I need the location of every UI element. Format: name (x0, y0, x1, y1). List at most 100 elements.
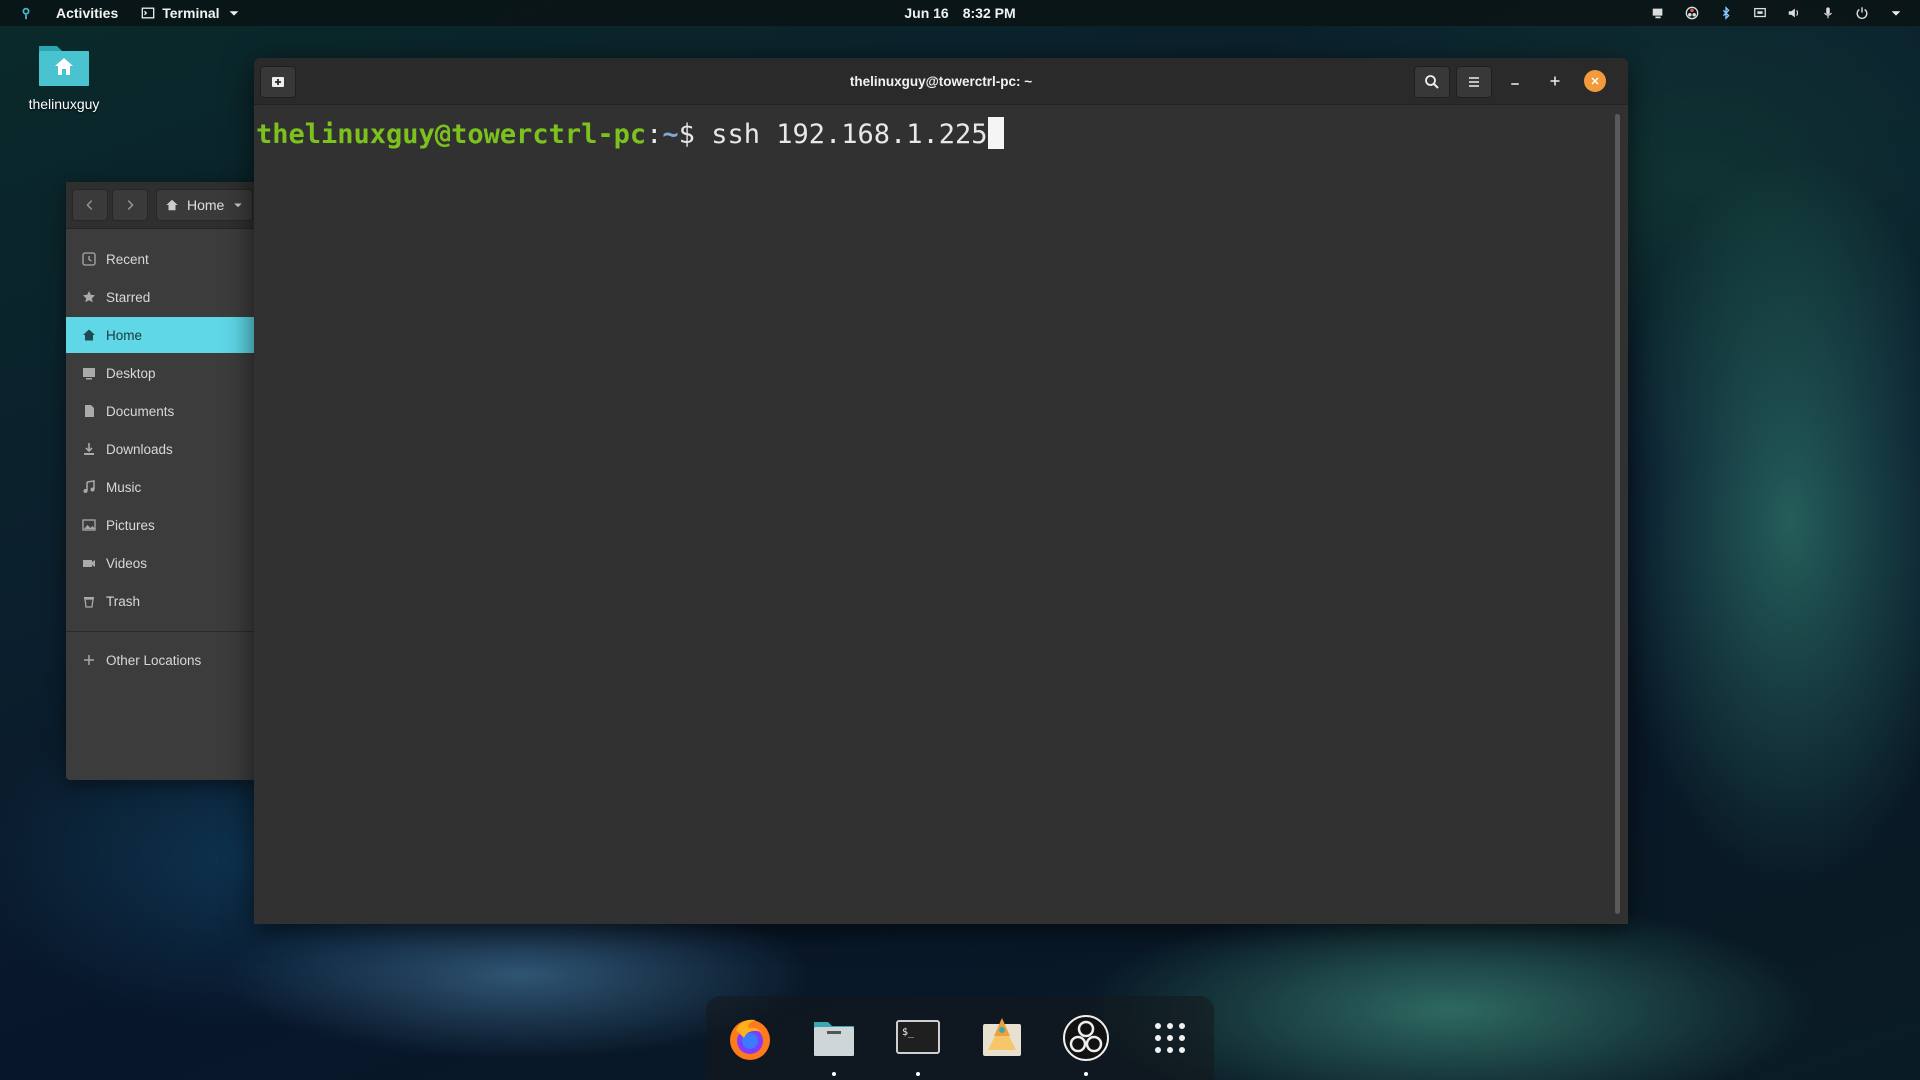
sidebar-item-label: Home (106, 327, 143, 343)
sidebar-item-home[interactable]: Home (66, 317, 256, 353)
chevron-down-icon (234, 203, 243, 208)
sidebar-item-videos[interactable]: Videos (66, 545, 256, 581)
sidebar-item-trash[interactable]: Trash (66, 583, 256, 619)
bluetooth-icon[interactable] (1718, 5, 1734, 21)
chevron-left-icon (86, 200, 93, 210)
terminal-titlebar[interactable]: thelinuxguy@towerctrl-pc: ~ (254, 58, 1628, 105)
clock-date: Jun 16 (904, 5, 949, 21)
dock: $_ (706, 996, 1214, 1080)
sidebar-item-label: Pictures (106, 517, 155, 533)
dock-terminal[interactable]: $_ (894, 1014, 942, 1076)
top-bar: Activities Terminal Jun 16 8:32 PM (0, 0, 1920, 26)
chevron-down-icon (226, 5, 242, 21)
terminal-scrollbar[interactable] (1615, 114, 1620, 914)
search-icon (1425, 75, 1439, 89)
sidebar-item-pictures[interactable]: Pictures (66, 507, 256, 543)
desktop-home-label: thelinuxguy (28, 96, 100, 112)
command-text: ssh 192.168.1.225 (694, 119, 988, 150)
download-icon (82, 442, 96, 456)
prompt-colon: : (646, 119, 663, 150)
network-icon[interactable] (1752, 5, 1768, 21)
sidebar-item-label: Other Locations (106, 652, 202, 668)
maximize-button[interactable] (1544, 70, 1566, 92)
video-icon (82, 556, 96, 570)
app-menu-terminal[interactable]: Terminal (140, 5, 241, 21)
close-icon (1591, 77, 1599, 85)
clock-time: 8:32 PM (962, 5, 1016, 21)
document-icon (82, 404, 96, 418)
sidebar-item-documents[interactable]: Documents (66, 393, 256, 429)
sidebar-item-label: Trash (106, 593, 141, 609)
dock-firefox[interactable] (726, 1014, 774, 1062)
sidebar-item-label: Documents (106, 403, 175, 419)
activities-button[interactable]: Activities (56, 5, 118, 21)
sidebar-item-starred[interactable]: Starred (66, 279, 256, 315)
terminal-icon: $_ (896, 1020, 940, 1054)
terminal-output[interactable]: thelinuxguy@towerctrl-pc:~$ ssh 192.168.… (254, 105, 1628, 924)
power-icon[interactable] (1854, 5, 1870, 21)
chevron-right-icon (127, 200, 134, 210)
music-icon (82, 480, 96, 494)
sidebar-item-label: Starred (106, 289, 151, 305)
software-icon (983, 1018, 1021, 1056)
back-button[interactable] (72, 189, 108, 221)
prompt-symbol: $ (678, 119, 695, 150)
file-manager-window[interactable]: Home Recent Starred Home Desktop Documen… (66, 182, 256, 780)
home-icon (82, 328, 96, 342)
clock-icon (82, 252, 96, 266)
dock-files[interactable] (810, 1014, 858, 1076)
desktop-icon (82, 366, 96, 380)
sidebar-item-label: Music (106, 479, 142, 495)
app-grid-icon (1155, 1023, 1185, 1053)
minimize-button[interactable] (1504, 70, 1526, 92)
sidebar-item-label: Videos (106, 555, 148, 571)
svg-text:$_: $_ (902, 1027, 915, 1038)
obs-tray-icon[interactable] (1684, 5, 1700, 21)
file-manager-header: Home (66, 182, 256, 229)
microphone-icon[interactable] (1820, 5, 1836, 21)
text-cursor (987, 117, 1004, 149)
terminal-small-icon (140, 5, 156, 21)
search-button[interactable] (1414, 66, 1450, 98)
sidebar-item-label: Downloads (106, 441, 173, 457)
trash-icon (82, 594, 96, 608)
prompt-path: ~ (662, 119, 679, 150)
hamburger-menu-icon (1469, 77, 1479, 87)
desktop-home-shortcut[interactable]: thelinuxguy (22, 38, 106, 112)
system-menu-chevron-icon[interactable] (1888, 5, 1904, 21)
files-sidebar: Recent Starred Home Desktop Documents Do… (66, 229, 256, 678)
home-folder-icon (37, 38, 91, 88)
pop-os-logo-icon[interactable] (18, 5, 34, 21)
dock-software-center[interactable] (978, 1014, 1026, 1062)
clock[interactable]: Jun 16 8:32 PM (0, 0, 1920, 26)
sidebar-item-recent[interactable]: Recent (66, 241, 256, 277)
close-button[interactable] (1584, 70, 1606, 92)
files-icon (814, 1022, 854, 1056)
volume-icon[interactable] (1786, 5, 1802, 21)
firefox-icon (730, 1019, 770, 1060)
dock-obs[interactable] (1062, 1014, 1110, 1076)
prompt-user-host: thelinuxguy@towerctrl-pc (256, 119, 647, 150)
running-indicator (1084, 1072, 1088, 1076)
star-icon (82, 290, 96, 304)
home-icon (166, 199, 178, 211)
menu-button[interactable] (1456, 66, 1492, 98)
sidebar-item-downloads[interactable]: Downloads (66, 431, 256, 467)
path-bar-home[interactable]: Home (156, 189, 254, 221)
plus-icon (82, 653, 96, 667)
path-label: Home (187, 197, 225, 213)
screen-icon[interactable] (1650, 5, 1666, 21)
sidebar-item-label: Desktop (106, 365, 156, 381)
sidebar-item-desktop[interactable]: Desktop (66, 355, 256, 391)
maximize-icon (1550, 76, 1560, 86)
forward-button[interactable] (112, 189, 148, 221)
running-indicator (832, 1072, 836, 1076)
app-menu-label: Terminal (162, 5, 220, 21)
picture-icon (82, 518, 96, 532)
running-indicator (916, 1072, 920, 1076)
dock-app-grid[interactable] (1146, 1014, 1194, 1062)
minimize-icon (1511, 83, 1519, 85)
sidebar-item-other-locations[interactable]: Other Locations (66, 642, 256, 678)
sidebar-item-music[interactable]: Music (66, 469, 256, 505)
terminal-window[interactable]: thelinuxguy@towerctrl-pc: ~ thelinuxguy@… (254, 58, 1628, 924)
